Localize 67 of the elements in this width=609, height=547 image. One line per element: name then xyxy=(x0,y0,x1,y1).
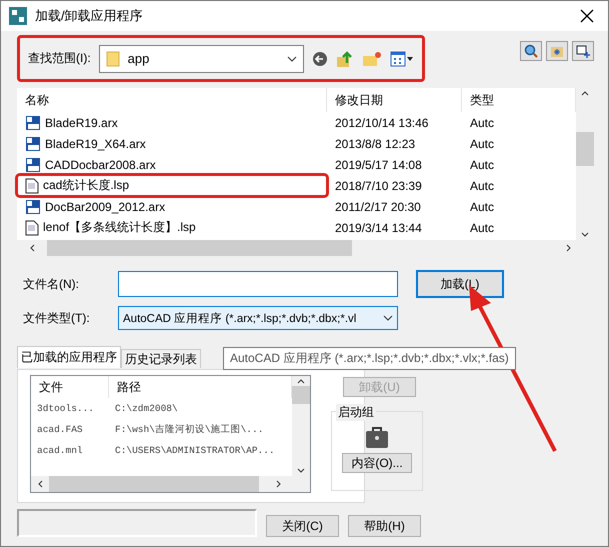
path-cell-text: C:\USERS\ADMINISTRATOR\AP... xyxy=(114,445,276,456)
file-name-cell[interactable]: DocBar2009_2012.arx xyxy=(17,196,327,217)
file-cell-text: acad.mnl xyxy=(36,445,84,456)
path-cell-text: C:\zdm2008\ xyxy=(114,403,179,414)
script-file-icon xyxy=(25,220,39,236)
scrollbar-thumb[interactable] xyxy=(47,240,352,256)
file-cell-text: acad.FAS xyxy=(36,424,84,435)
group-title: 启动组 xyxy=(336,404,376,421)
help-button[interactable]: 帮助(H) xyxy=(348,515,421,537)
date-cell-text: 2012/10/14 13:46 xyxy=(334,116,430,130)
file-type-dropdown[interactable]: AutoCAD 应用程序 (*.arx;*.lsp;*.dvb;*.dbx;*.vl xyxy=(118,306,398,330)
application-file-icon xyxy=(25,156,41,172)
date-cell-text: 2019/5/17 14:08 xyxy=(334,158,423,172)
tab[interactable]: 历史记录列表 xyxy=(121,349,201,368)
file-name-label: 文件名(N): xyxy=(22,276,80,292)
file-name-cell[interactable]: BladeR19_X64.arx xyxy=(17,133,327,154)
search-icon xyxy=(524,44,538,58)
scrollbar-thumb[interactable] xyxy=(576,132,594,166)
column-header[interactable]: 修改日期 xyxy=(327,88,462,112)
contents-button[interactable]: 内容(O)... xyxy=(342,453,412,473)
file-name-cell[interactable]: cad统计长度.lsp xyxy=(17,175,327,196)
date-cell-text: 2018/7/10 23:39 xyxy=(334,178,423,192)
type-cell-text: Autc xyxy=(469,200,496,214)
horizontal-scrollbar[interactable] xyxy=(31,476,310,492)
column-header[interactable]: 文件 xyxy=(31,376,109,398)
column-header[interactable]: 名称 xyxy=(17,88,327,112)
up-folder-button[interactable] xyxy=(336,50,354,68)
search-button[interactable] xyxy=(520,41,542,61)
type-cell-text: Autc xyxy=(469,220,496,234)
look-in-label: 查找范围(I): xyxy=(28,50,91,67)
tooltip: AutoCAD 应用程序 (*.arx;*.lsp;*.dvb;*.dbx;*.vlx;*.fas) xyxy=(223,347,516,370)
close-button[interactable]: 关闭(C) xyxy=(266,515,339,537)
date-cell-text: 2019/3/14 13:44 xyxy=(334,220,423,234)
application-file-icon xyxy=(25,136,41,152)
file-type-label: 文件类型(T): xyxy=(22,310,91,326)
chevron-down-icon xyxy=(383,315,393,321)
type-cell-text: Autc xyxy=(469,158,496,172)
type-cell-text: Autc xyxy=(469,116,496,130)
window-title: 加载/卸载应用程序 xyxy=(35,7,144,25)
vertical-scrollbar[interactable] xyxy=(292,376,310,476)
file-name-cell[interactable]: lenof【多条线统计长度】.lsp xyxy=(17,217,327,238)
add-favorite-button[interactable] xyxy=(572,41,594,61)
chevron-down-icon xyxy=(287,56,297,62)
look-in-dropdown[interactable]: app xyxy=(98,44,304,72)
path-cell-text: F:\wsh\吉隆河初设\施工图\... xyxy=(114,423,264,436)
back-button[interactable] xyxy=(312,50,328,66)
add-icon xyxy=(576,44,590,58)
favorites-folder-button[interactable] xyxy=(546,41,568,61)
folder-icon xyxy=(106,50,120,66)
application-file-icon xyxy=(25,198,41,214)
scrollbar-thumb[interactable] xyxy=(292,386,310,404)
script-file-icon xyxy=(25,178,39,194)
app-icon xyxy=(9,7,27,25)
application-file-icon xyxy=(25,114,41,130)
view-menu-button[interactable] xyxy=(390,50,414,66)
file-name-field[interactable] xyxy=(118,271,398,297)
close-icon[interactable] xyxy=(580,9,594,23)
type-cell-text: Autc xyxy=(469,136,496,150)
tab[interactable]: 已加载的应用程序 xyxy=(17,346,121,368)
file-cell-text: 3dtools... xyxy=(36,403,96,414)
type-cell-text: Autc xyxy=(469,178,496,192)
file-name-cell[interactable]: CADDocbar2008.arx xyxy=(17,154,327,175)
date-cell-text: 2013/8/8 12:23 xyxy=(334,136,416,150)
scrollbar-thumb[interactable] xyxy=(49,476,259,492)
date-cell-text: 2011/2/17 20:30 xyxy=(334,200,422,214)
new-folder-button[interactable] xyxy=(362,50,382,66)
file-name-cell[interactable]: BladeR19.arx xyxy=(17,112,327,133)
